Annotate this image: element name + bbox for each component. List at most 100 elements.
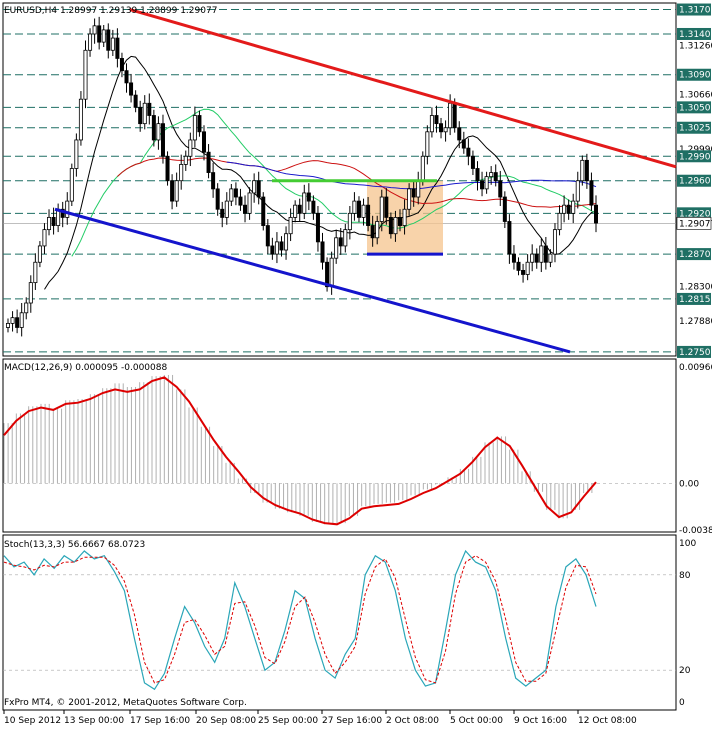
price-tag: 1.30500	[677, 101, 712, 114]
candle	[97, 16, 102, 50]
price-tag-label: 1.29077	[679, 219, 712, 229]
candle-body	[252, 180, 257, 194]
candle-body	[356, 200, 361, 218]
stoch-tick-label: 80	[679, 571, 691, 581]
candle-body	[384, 196, 389, 218]
candle-body	[129, 82, 134, 96]
candle	[106, 23, 111, 59]
candle-body	[315, 212, 320, 243]
candle-body	[411, 188, 416, 198]
candle-body	[119, 58, 124, 72]
candle-body	[402, 208, 407, 226]
candle	[265, 219, 270, 255]
candle	[311, 195, 316, 220]
time-tick-label: 20 Sep 08:00	[196, 716, 256, 726]
candle-body	[521, 269, 526, 275]
candle-body	[397, 217, 402, 226]
price-tag: 1.28700	[677, 248, 712, 260]
candle-body	[28, 282, 33, 304]
candle	[575, 171, 580, 209]
copyright-text: FxPro MT4, © 2001-2012, MetaQuotes Softw…	[4, 698, 247, 708]
candle-body	[133, 94, 138, 108]
resistance-trendline	[129, 8, 677, 169]
price-axis: 1.31700 1.314001.31260 1.30900 1.30660 1.305…	[676, 3, 712, 358]
candle-body	[151, 115, 156, 141]
panel-frames	[2, 2, 677, 711]
candle	[480, 171, 485, 197]
candle-body	[47, 217, 52, 231]
candle	[206, 144, 211, 179]
price-tag: 1.27880	[679, 317, 712, 327]
candle-body	[530, 253, 535, 263]
candle	[279, 236, 284, 257]
panel-frame	[2, 534, 677, 711]
candle-body	[92, 25, 97, 35]
candle	[293, 200, 298, 223]
candle-body	[288, 217, 293, 235]
candle	[534, 248, 539, 269]
candle-body	[37, 245, 42, 263]
candle-body	[443, 127, 448, 133]
candle-body	[211, 172, 216, 190]
candle	[78, 91, 83, 146]
candle-body	[361, 204, 366, 218]
trading-chart[interactable]: 1.31700 1.314001.31260 1.30900 1.30660 1.305…	[0, 0, 712, 727]
candle-body	[594, 204, 599, 224]
candle	[160, 114, 165, 164]
candle	[457, 121, 462, 149]
candle-body	[589, 180, 594, 206]
candle-body	[457, 127, 462, 141]
candle-body	[297, 204, 302, 214]
candle	[511, 245, 516, 270]
candle	[352, 192, 357, 221]
price-tag-label: 1.30900	[679, 71, 712, 81]
price-tag-label: 1.27880	[679, 317, 712, 327]
candle	[297, 198, 302, 222]
price-tag-label: 1.30250	[679, 124, 712, 134]
candle	[65, 192, 70, 225]
candle-body	[279, 241, 284, 251]
candle-body	[575, 180, 580, 202]
candle-body	[552, 229, 557, 255]
candle-body	[434, 115, 439, 125]
candle	[594, 195, 599, 233]
candle	[247, 187, 252, 220]
candle	[37, 241, 42, 268]
time-tick-label: 5 Oct 00:00	[450, 716, 503, 726]
candle	[47, 209, 52, 236]
symbol-header: EURUSD,H4 1.28997 1.29139 1.28899 1.2907…	[4, 6, 217, 16]
candle-body	[165, 155, 170, 182]
candle-body	[493, 172, 498, 182]
candle-body	[261, 196, 266, 226]
candle-body	[448, 102, 453, 129]
candle	[33, 253, 38, 290]
price-tag-label: 1.31400	[679, 30, 712, 40]
candle	[566, 199, 571, 220]
candle	[15, 309, 20, 334]
candle	[88, 28, 93, 57]
candle-body	[106, 29, 111, 51]
price-tag: 1.30250	[677, 121, 712, 134]
candle-body	[188, 139, 193, 157]
candle-body	[311, 200, 316, 214]
candle-body	[407, 188, 412, 210]
candle	[119, 52, 124, 78]
candle-body	[416, 180, 421, 198]
stoch-main-line	[3, 549, 597, 691]
candle-body	[306, 192, 311, 202]
candle	[252, 173, 257, 203]
candle-body	[238, 196, 243, 206]
candle	[124, 63, 129, 93]
time-tick-label: 10 Sep 2012	[4, 716, 61, 726]
price-tag-label: 1.31260	[679, 41, 712, 51]
candle	[188, 132, 193, 167]
candle-body	[284, 233, 289, 251]
price-tag: 1.29900	[677, 150, 712, 163]
stoch-tick-label: 20	[679, 666, 691, 676]
candle	[83, 40, 88, 109]
candle-body	[10, 317, 15, 324]
candle-body	[502, 196, 507, 222]
candle-body	[274, 241, 279, 255]
candle-body	[24, 302, 29, 314]
candle-body	[233, 188, 238, 198]
